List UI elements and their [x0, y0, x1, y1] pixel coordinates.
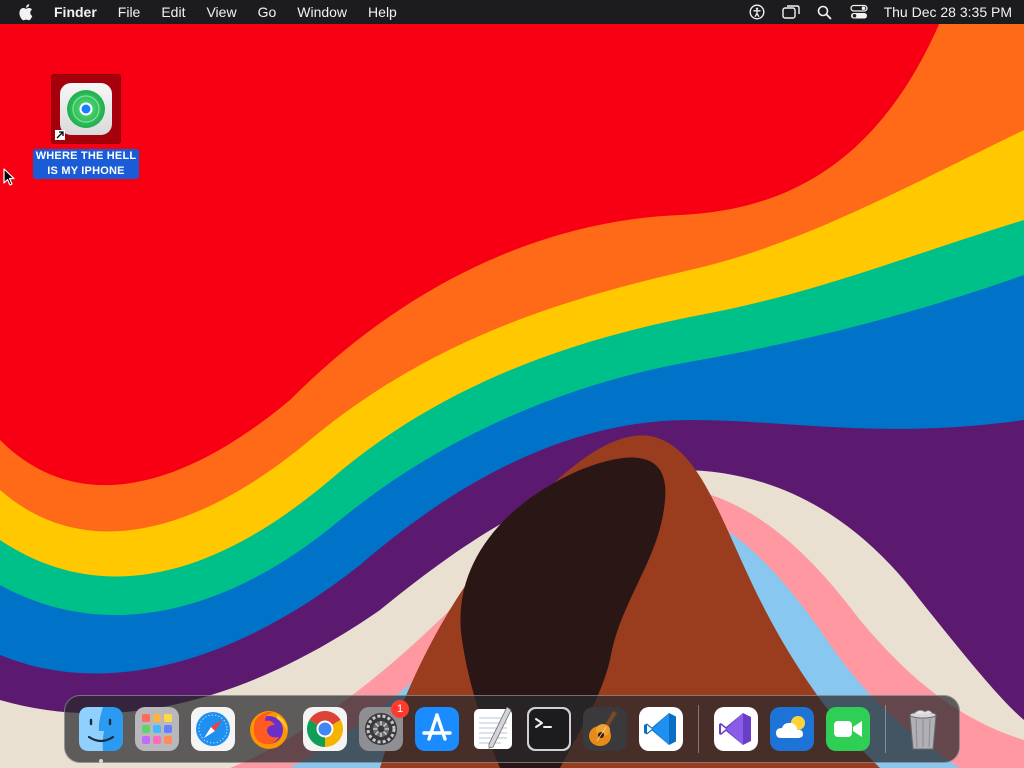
dock-item-launchpad[interactable]	[135, 707, 179, 751]
dock-item-terminal[interactable]	[527, 707, 571, 751]
textedit-icon	[474, 707, 512, 749]
finder-icon	[79, 707, 123, 751]
safari-icon	[191, 707, 235, 751]
visual-studio-icon	[714, 707, 758, 751]
dock-item-safari[interactable]	[191, 707, 235, 751]
notification-badge: 1	[391, 700, 409, 718]
window-switch-icon[interactable]	[781, 3, 800, 21]
control-center-icon[interactable]	[849, 3, 868, 21]
menu-view[interactable]: View	[206, 4, 236, 20]
accessibility-icon[interactable]	[748, 3, 766, 21]
dock-item-app-store[interactable]	[415, 707, 459, 751]
mouse-pointer-icon	[3, 168, 15, 186]
apple-menu-icon[interactable]	[18, 3, 34, 21]
menu-window[interactable]: Window	[297, 4, 347, 20]
dock-item-textedit[interactable]	[471, 707, 515, 751]
desktop-icon-label[interactable]: WHERE THE HELL IS MY IPHONE	[32, 149, 140, 179]
menu-help[interactable]: Help	[368, 4, 397, 20]
dock-item-trash[interactable]	[901, 707, 945, 751]
firefox-icon	[250, 711, 288, 749]
dock-item-vscode[interactable]	[639, 707, 683, 751]
spotlight-search-icon[interactable]	[816, 3, 834, 21]
dock-item-chrome[interactable]	[303, 707, 347, 751]
menu-edit[interactable]: Edit	[161, 4, 185, 20]
facetime-icon	[826, 707, 870, 751]
menu-file[interactable]: File	[118, 4, 141, 20]
menu-app-name[interactable]: Finder	[54, 4, 97, 20]
terminal-icon	[527, 707, 571, 751]
desktop-icon-label-line1: WHERE THE HELL	[35, 150, 137, 162]
dock-item-garageband[interactable]	[583, 707, 627, 751]
alias-arrow-icon	[55, 130, 65, 140]
dock-item-finder[interactable]	[79, 707, 123, 763]
running-indicator	[99, 759, 103, 763]
desktop-icon-label-line2: IS MY IPHONE	[47, 165, 125, 177]
desktop-icon-find-my-alias[interactable]: WHERE THE HELL IS MY IPHONE	[30, 74, 142, 179]
desktop-wallpaper	[0, 0, 1024, 768]
dock-item-weather[interactable]	[770, 707, 814, 751]
dock-item-firefox[interactable]	[247, 707, 291, 751]
dock: 1	[64, 695, 960, 763]
dock-item-system-settings[interactable]: 1	[359, 700, 409, 751]
dock-separator	[698, 705, 699, 753]
menu-go[interactable]: Go	[258, 4, 277, 20]
dock-item-visual-studio[interactable]	[714, 707, 758, 751]
status-area: Thu Dec 28 3:35 PM	[732, 3, 1012, 21]
launchpad-icon	[135, 707, 179, 751]
garageband-icon	[583, 707, 627, 751]
trash-icon	[909, 710, 937, 750]
weather-icon	[770, 707, 814, 751]
menu-bar: Finder File Edit View Go Window Help Thu…	[0, 0, 1024, 24]
desktop-icon-selection-tile	[51, 74, 121, 144]
app-store-icon	[415, 707, 459, 751]
chrome-icon	[303, 707, 347, 751]
dock-item-facetime[interactable]	[826, 707, 870, 751]
dock-separator-trash	[885, 705, 886, 753]
vscode-icon	[639, 707, 683, 751]
menu-bar-clock[interactable]: Thu Dec 28 3:35 PM	[884, 4, 1012, 20]
find-my-icon	[60, 83, 112, 135]
